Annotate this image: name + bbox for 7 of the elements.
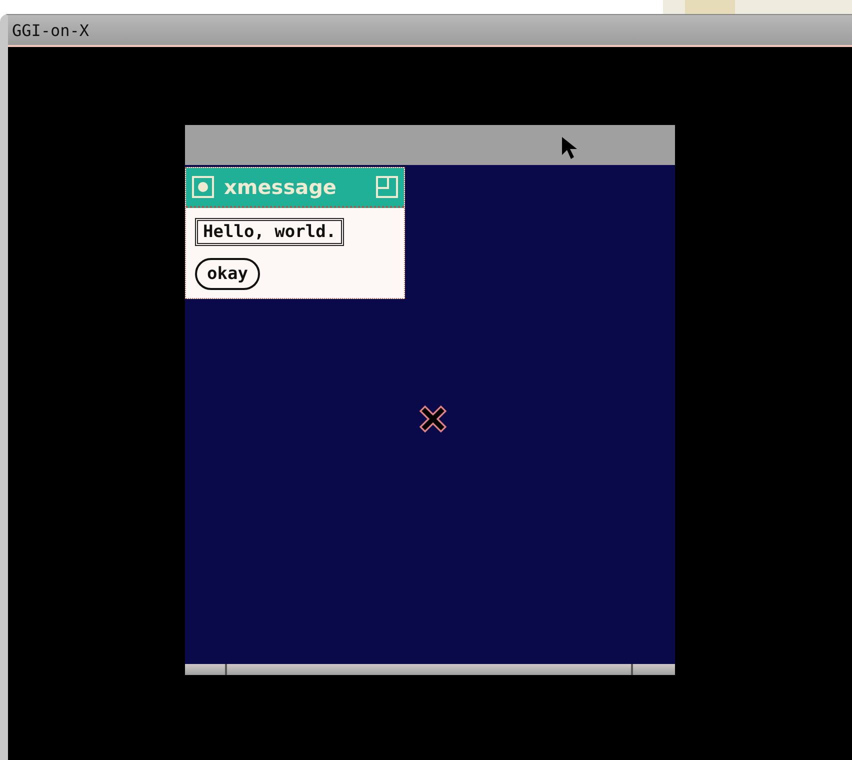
message-label: Hello, world. [195, 218, 344, 246]
window-menu-icon[interactable] [192, 176, 214, 198]
window-title: GGI-on-X [12, 20, 90, 40]
okay-button[interactable]: okay [195, 258, 260, 290]
maximize-icon[interactable] [376, 176, 398, 198]
scroll-bar[interactable] [185, 664, 675, 675]
dialog-title: xmessage [224, 175, 338, 199]
